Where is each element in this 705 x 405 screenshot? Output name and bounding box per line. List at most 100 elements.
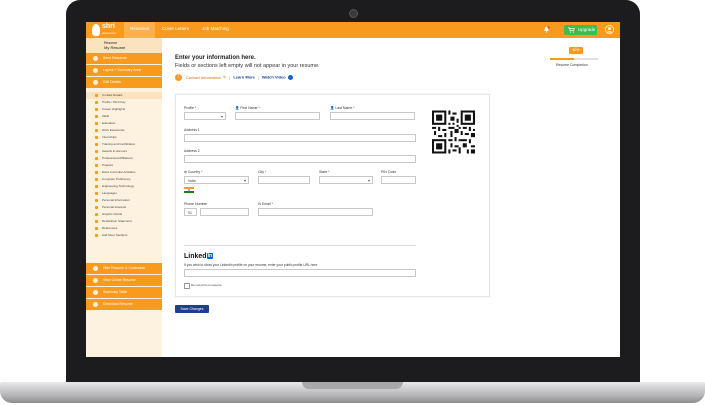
sidebar-subitem-label: Personal Information bbox=[102, 198, 130, 202]
section-icon bbox=[95, 143, 98, 146]
sidebar-subitem[interactable]: Career Highlights bbox=[86, 106, 162, 113]
last-name-label: 👤 Last Name * bbox=[330, 106, 355, 110]
logo-text: shri bbox=[102, 23, 115, 30]
sidebar-subitem-label: Profile / Pitch Key bbox=[102, 100, 126, 104]
do-not-print-checkbox[interactable] bbox=[184, 283, 190, 289]
sidebar-subitem-label: Engineering Technology bbox=[102, 184, 134, 188]
view-icon bbox=[93, 278, 98, 283]
sidebar-subitem[interactable]: Personal Interests bbox=[86, 204, 162, 211]
address1-label: Address 1 bbox=[184, 128, 200, 132]
progress-label: Resume Completion bbox=[556, 63, 588, 67]
sidebar-subitem-label: Personal Interests bbox=[102, 205, 127, 209]
sidebar-subitem[interactable]: Profile / Pitch Key bbox=[86, 99, 162, 106]
sidebar-item-download[interactable]: Download Resume bbox=[86, 299, 162, 310]
sidebar-subitem[interactable]: Languages bbox=[86, 190, 162, 197]
qr-code-icon bbox=[432, 110, 475, 154]
sidebar-subitem-label: Work Experience bbox=[102, 128, 125, 132]
sidebar-subitem[interactable]: Personal Information bbox=[86, 197, 162, 204]
section-icon bbox=[95, 101, 98, 104]
section-icon bbox=[95, 171, 98, 174]
sidebar-subitem[interactable]: Awards & Honours bbox=[86, 148, 162, 155]
sidebar-subitem[interactable]: Work Experience bbox=[86, 127, 162, 134]
pin-code-input[interactable] bbox=[381, 176, 416, 184]
separator: | bbox=[257, 74, 259, 80]
linkedin-url-input[interactable] bbox=[184, 269, 416, 277]
sidebar-subitem[interactable]: Education bbox=[86, 120, 162, 127]
state-select[interactable] bbox=[319, 176, 373, 184]
last-name-input[interactable] bbox=[330, 112, 415, 120]
city-input[interactable] bbox=[258, 176, 310, 184]
country-select[interactable]: India bbox=[184, 176, 249, 184]
section-icon bbox=[95, 206, 98, 209]
india-flag-icon bbox=[184, 187, 194, 193]
play-icon[interactable] bbox=[287, 75, 293, 80]
table-icon bbox=[93, 290, 98, 295]
sidebar-subitem[interactable]: Projects bbox=[86, 162, 162, 169]
email-input[interactable] bbox=[258, 208, 373, 216]
sidebar-subitem[interactable]: Extra Curricular Activities bbox=[86, 169, 162, 176]
sidebar-item-summary-table[interactable]: Summary Table bbox=[86, 287, 162, 298]
sidebar-subtitle[interactable]: My Resume bbox=[104, 45, 125, 50]
section-icon bbox=[95, 164, 98, 167]
country-label-text: Country bbox=[187, 170, 201, 174]
phone-input[interactable] bbox=[200, 208, 249, 216]
chevron-down-icon bbox=[368, 180, 370, 182]
watch-video-link[interactable]: Watch Video bbox=[262, 75, 286, 80]
linkedin-in-icon: in bbox=[206, 253, 214, 259]
country-label: ⊕ Country * bbox=[184, 170, 203, 174]
bell-icon[interactable] bbox=[543, 26, 550, 33]
logo[interactable]: shri placement bbox=[92, 23, 120, 37]
sidebar-subitem[interactable]: Computer Proficiency bbox=[86, 176, 162, 183]
last-name-label-text: Last Name bbox=[335, 106, 353, 110]
save-changes-button[interactable]: Save Changes bbox=[175, 305, 209, 313]
sidebar-item-view-online[interactable]: View Online Resume bbox=[86, 275, 162, 286]
sidebar-subitem[interactable]: Training and Certification bbox=[86, 141, 162, 148]
pencil-icon[interactable]: ✎ bbox=[223, 75, 226, 80]
first-name-input[interactable] bbox=[235, 112, 320, 120]
email-label-text: Email bbox=[261, 202, 271, 206]
upgrade-button[interactable]: Upgrade bbox=[564, 25, 597, 35]
sidebar-subitem[interactable]: Engineering Technology bbox=[86, 183, 162, 190]
screen: shri placement Resumes Cover Letters Job… bbox=[86, 22, 620, 357]
sidebar-subitem[interactable]: Professional Affiliations bbox=[86, 155, 162, 162]
progress-badge: 50% bbox=[569, 47, 583, 54]
sidebar-subitem[interactable]: Add More Sections bbox=[86, 232, 162, 239]
profile-label-text: Profile bbox=[184, 106, 194, 110]
sidebar-subitem[interactable]: Contact Details bbox=[86, 92, 162, 99]
learn-more-link[interactable]: Learn More bbox=[233, 75, 255, 80]
section-icon bbox=[95, 108, 98, 111]
section-icon bbox=[95, 150, 98, 153]
sidebar-subitem-label: Languages bbox=[102, 191, 117, 195]
contact-information-link[interactable]: Contact Information bbox=[186, 75, 221, 80]
user-icon[interactable] bbox=[605, 25, 614, 34]
section-icon bbox=[95, 136, 98, 139]
profile-select[interactable] bbox=[184, 112, 226, 120]
sidebar-subitem[interactable]: References bbox=[86, 225, 162, 232]
nav-job-matching[interactable]: Job Matching bbox=[202, 26, 229, 31]
sidebar-subitem-label: Computer Proficiency bbox=[102, 177, 131, 181]
upgrade-label: Upgrade bbox=[578, 27, 596, 32]
sidebar-item-label: Send Resumes bbox=[103, 56, 127, 60]
country-value: India bbox=[188, 179, 196, 183]
phone-label: Phone Number bbox=[184, 202, 208, 206]
sidebar-item-hide-resume[interactable]: Hide Resume & Customize bbox=[86, 263, 162, 274]
hide-icon bbox=[93, 266, 98, 271]
sidebar-item-label: Summary Table bbox=[103, 290, 128, 294]
sidebar-subitem[interactable]: Declaration Statement bbox=[86, 218, 162, 225]
section-icon bbox=[95, 199, 98, 202]
sidebar-subitem[interactable]: Graphic Charts bbox=[86, 211, 162, 218]
sidebar-item-layout[interactable]: Layout + Summary Area bbox=[86, 65, 162, 76]
phone-country-code[interactable]: 91 bbox=[184, 208, 197, 216]
profile-label: Profile * bbox=[184, 106, 197, 110]
sidebar-item-send-resumes[interactable]: Send Resumes bbox=[86, 53, 162, 64]
address2-input[interactable] bbox=[184, 155, 416, 163]
lightbulb-icon: ! bbox=[175, 74, 182, 81]
section-icon bbox=[95, 157, 98, 160]
sidebar-subitem[interactable]: Internships bbox=[86, 134, 162, 141]
address1-input[interactable] bbox=[184, 134, 416, 142]
send-icon bbox=[93, 56, 98, 61]
sidebar-item-edit-details[interactable]: Edit Details bbox=[86, 77, 162, 88]
sidebar-subitem[interactable]: Skills bbox=[86, 113, 162, 120]
nav-cover-letters[interactable]: Cover Letters bbox=[162, 26, 189, 31]
nav-resumes[interactable]: Resumes bbox=[124, 22, 156, 38]
